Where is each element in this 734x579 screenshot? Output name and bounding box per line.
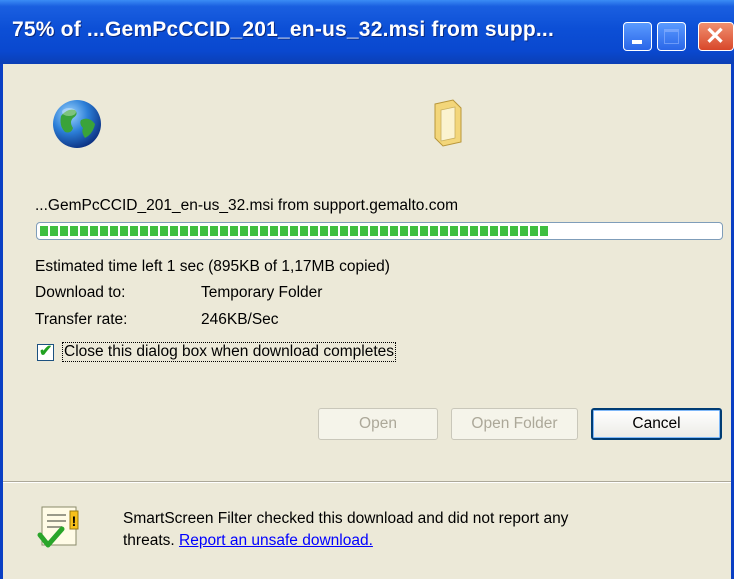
minimize-icon [632,40,642,44]
smartscreen-threats-text: threats. [123,532,175,549]
open-folder-button-label: Open Folder [471,415,558,432]
maximize-button [657,22,686,51]
download-progress-bar [36,222,723,240]
dialog-body: ...GemPcCCID_201_en-us_32.msi from suppo… [3,64,731,579]
download-to-value: Temporary Folder [201,284,323,301]
download-dialog: 75% of ...GemPcCCID_201_en-us_32.msi fro… [0,0,734,579]
transfer-rate-label: Transfer rate: [35,311,128,328]
close-button[interactable]: ✕ [698,22,734,51]
report-unsafe-download-link[interactable]: Report an unsafe download. [179,532,373,549]
close-icon: ✕ [705,23,726,50]
smartscreen-icon: ! [37,506,79,548]
close-when-done-checkbox[interactable]: ✔ [37,343,54,361]
download-source: ...GemPcCCID_201_en-us_32.msi from suppo… [35,197,458,214]
download-to-label: Download to: [35,284,126,301]
open-folder-button[interactable]: Open Folder [451,408,578,440]
progress-fill [40,226,549,236]
close-when-done-label[interactable]: Close this dialog box when download comp… [62,342,397,362]
open-button[interactable]: Open [318,408,438,440]
window-title: 75% of ...GemPcCCID_201_en-us_32.msi fro… [12,18,554,41]
maximize-icon [664,29,679,44]
estimated-time: Estimated time left 1 sec (895KB of 1,17… [35,258,390,275]
folder-icon [434,99,462,147]
globe-icon [53,100,101,148]
svg-text:!: ! [72,513,77,529]
cancel-button-label: Cancel [632,415,681,432]
transfer-rate-value: 246KB/Sec [201,311,279,328]
title-bar[interactable]: 75% of ...GemPcCCID_201_en-us_32.msi fro… [0,0,734,64]
smartscreen-message: SmartScreen Filter checked this download… [123,510,569,527]
divider [3,481,731,483]
open-button-label: Open [359,415,397,432]
checkmark-icon: ✔ [39,343,53,360]
smartscreen-message-line2: threats. Report an unsafe download. [123,532,373,550]
cancel-button[interactable]: Cancel [591,408,722,440]
minimize-button[interactable] [623,22,652,51]
